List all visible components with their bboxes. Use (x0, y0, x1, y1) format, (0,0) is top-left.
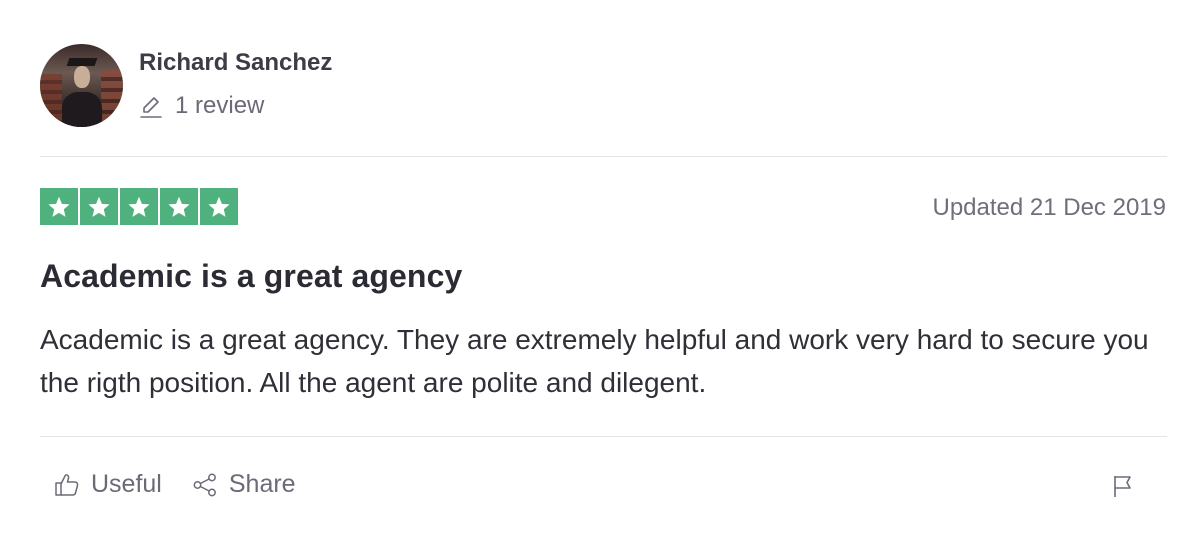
review-count[interactable]: 1 review (139, 92, 264, 120)
flag-icon[interactable] (1112, 474, 1134, 498)
review-actions: Useful Share (54, 470, 296, 499)
share-label: Share (228, 470, 296, 498)
useful-label: Useful (91, 470, 162, 498)
star-icon (200, 188, 238, 225)
star-icon (120, 188, 158, 225)
review-date: Updated 21 Dec 2019 (932, 194, 1166, 221)
review-body: Academic is a great agency. They are ext… (40, 324, 1149, 398)
reviewer-name[interactable]: Richard Sanchez (139, 49, 332, 77)
useful-button[interactable]: Useful (54, 470, 162, 499)
thumbs-up-icon (55, 473, 79, 496)
star-rating (40, 188, 238, 225)
share-button[interactable]: Share (192, 470, 296, 499)
star-icon (40, 188, 78, 225)
avatar[interactable] (40, 44, 123, 127)
star-icon (80, 188, 118, 225)
pencil-icon (140, 97, 162, 118)
review-title[interactable]: Academic is a great agency (40, 258, 462, 295)
star-icon (160, 188, 198, 225)
share-icon (193, 473, 216, 496)
divider (40, 156, 1167, 157)
review-count-label: 1 review (175, 92, 265, 119)
divider (40, 436, 1167, 437)
